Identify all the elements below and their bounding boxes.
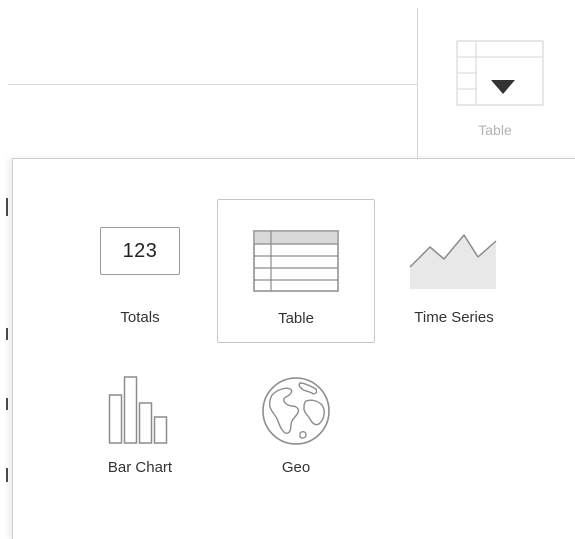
table-dropdown-icon [456,40,544,106]
divider-horizontal [8,84,417,85]
divider-vertical [417,8,418,158]
background-edge-mark [6,198,8,216]
option-bar-chart-label: Bar Chart [107,459,173,476]
area-chart-icon [409,234,497,289]
option-time-series-label: Time Series [414,309,494,326]
background-edge-mark [6,328,8,340]
background-edge-mark [6,398,8,410]
option-time-series[interactable]: Time Series [375,199,533,343]
option-geo[interactable]: Geo [217,355,375,499]
option-table-label: Table [278,310,314,327]
totals-icon: 123 [100,227,180,275]
background-edge-mark [6,468,8,482]
option-table[interactable]: Table [217,199,375,343]
toolbar-area: Table [0,0,575,160]
option-bar-chart[interactable]: Bar Chart [61,355,219,499]
option-totals-label: Totals [120,309,160,326]
bar-chart-icon [108,376,168,444]
option-totals[interactable]: 123 Totals [61,199,219,343]
table-icon [253,230,339,292]
visualization-toggle-button[interactable]: Table [440,36,550,146]
visualization-picker-popup: 123 Totals Table Time Series Bar Chart G… [12,158,575,539]
option-geo-label: Geo [281,459,311,476]
globe-icon [262,377,330,445]
visualization-toggle-label: Table [478,122,512,138]
